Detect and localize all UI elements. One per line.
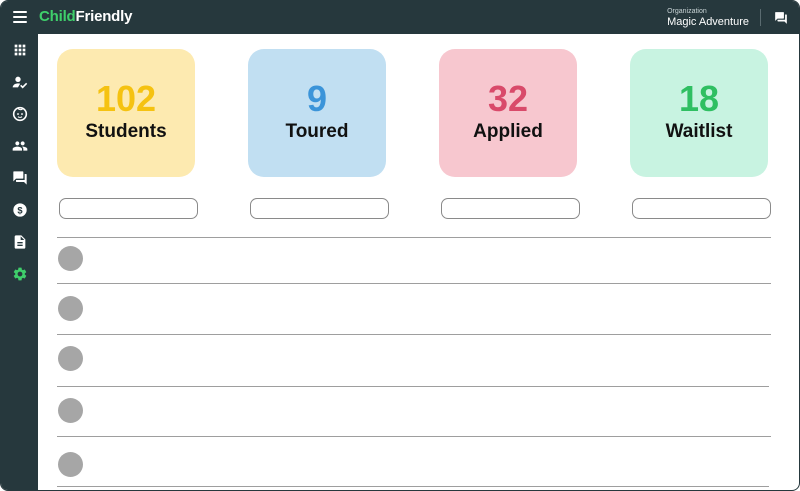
avatar[interactable] (58, 398, 83, 423)
top-bar: ChildFriendly Organization Magic Adventu… (1, 1, 799, 34)
stat-count: 32 (487, 78, 529, 119)
list-divider (57, 283, 771, 284)
list-divider (57, 386, 769, 387)
chat-icon[interactable] (774, 11, 788, 25)
stat-card-waitlist[interactable]: 18 Waitlist (630, 49, 768, 177)
stat-count: 102 (95, 78, 157, 119)
stat-card-toured[interactable]: 9 Toured (248, 49, 386, 177)
stat-card-students[interactable]: 102 Students (57, 49, 195, 177)
list-divider (57, 334, 771, 335)
stat-card-applied[interactable]: 32 Applied (439, 49, 577, 177)
list-divider (57, 436, 771, 437)
organization-selector[interactable]: Organization Magic Adventure (667, 7, 749, 29)
document-icon[interactable] (12, 234, 28, 250)
list-divider (57, 486, 769, 487)
dollar-icon[interactable]: $ (12, 202, 28, 218)
grid-icon[interactable] (12, 42, 28, 58)
toured-action-button[interactable] (250, 198, 389, 219)
stat-label: Applied (473, 121, 543, 142)
svg-text:$: $ (17, 205, 23, 215)
students-action-button[interactable] (59, 198, 198, 219)
applied-action-button[interactable] (441, 198, 580, 219)
waitlist-action-button[interactable] (632, 198, 771, 219)
brand-logo-part1: Child (39, 8, 76, 25)
brand-logo-part2: Friendly (75, 8, 133, 25)
avatar[interactable] (58, 246, 83, 271)
stat-count: 18 (678, 78, 720, 119)
avatar[interactable] (58, 346, 83, 371)
stat-count: 9 (306, 78, 328, 119)
stat-label: Students (85, 121, 167, 142)
sidebar: $ (1, 34, 38, 490)
organization-label: Organization (667, 8, 707, 15)
organization-name: Magic Adventure (667, 16, 749, 28)
brand-logo[interactable]: ChildFriendly (39, 8, 132, 25)
app-window: ChildFriendly Organization Magic Adventu… (0, 0, 800, 491)
settings-icon[interactable] (12, 266, 28, 282)
user-check-icon[interactable] (12, 74, 28, 90)
list-divider (57, 237, 771, 238)
avatar[interactable] (58, 452, 83, 477)
child-face-icon[interactable] (12, 106, 28, 122)
people-icon[interactable] (12, 138, 28, 154)
avatar[interactable] (58, 296, 83, 321)
stat-label: Waitlist (665, 121, 733, 142)
topbar-divider (760, 9, 761, 26)
stat-label: Toured (285, 121, 349, 142)
messages-icon[interactable] (12, 170, 28, 186)
hamburger-menu-icon[interactable] (13, 11, 27, 23)
